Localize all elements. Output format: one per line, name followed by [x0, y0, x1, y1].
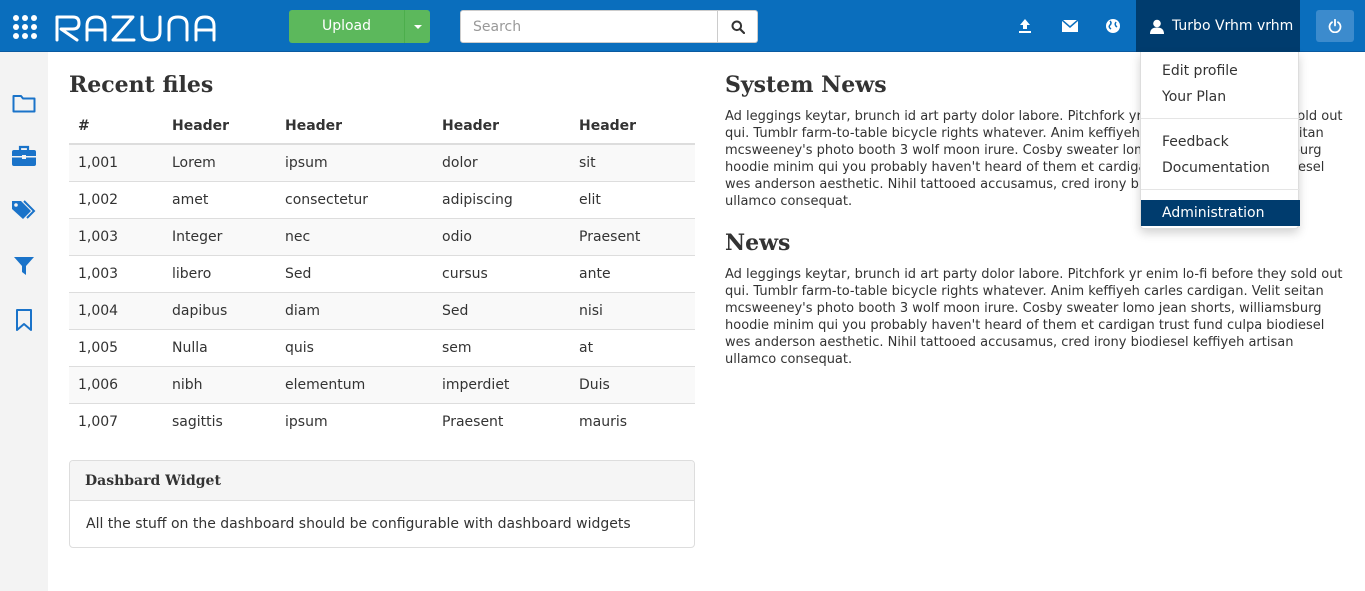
table-cell: 1,005 — [69, 328, 163, 366]
column-header[interactable]: Header — [433, 108, 570, 145]
power-icon — [1328, 19, 1342, 33]
user-menu-toggle[interactable]: Turbo Vrhm vrhm — [1136, 0, 1300, 52]
table-cell: dapibus — [163, 291, 276, 329]
table-cell: 1,004 — [69, 291, 163, 329]
table-cell: 1,003 — [69, 254, 163, 292]
table-cell: diam — [276, 291, 433, 329]
table-cell: odio — [433, 217, 570, 255]
table-cell: elit — [570, 180, 695, 218]
mail-icon[interactable] — [1059, 15, 1081, 37]
widget-title: Dashbard Widget — [70, 461, 694, 501]
table-header-row: # Header Header Header Header — [69, 108, 695, 145]
table-cell: Lorem — [163, 143, 276, 181]
system-news-title: System News — [725, 72, 887, 98]
upload-media-button[interactable]: Upload Media — [289, 10, 404, 67]
recent-files-title: Recent files — [69, 72, 214, 98]
menu-item-administration[interactable]: Administration — [1141, 200, 1300, 226]
menu-item-your-plan[interactable]: Your Plan — [1141, 84, 1300, 110]
globe-icon[interactable] — [1102, 15, 1124, 37]
table-cell: quis — [276, 328, 433, 366]
table-cell: Nulla — [163, 328, 276, 366]
table-row[interactable]: 1,005 Nulla quis sem at — [69, 328, 695, 366]
user-icon — [1150, 19, 1164, 34]
widget-body: All the stuff on the dashboard should be… — [86, 516, 631, 532]
table-cell: sagittis — [163, 402, 276, 440]
search-button[interactable] — [718, 10, 758, 43]
recent-files-table: # Header Header Header Header 1,001 Lore… — [69, 108, 695, 440]
table-row[interactable]: 1,002 amet consectetur adipiscing elit — [69, 180, 695, 218]
table-cell: cursus — [433, 254, 570, 292]
menu-item-feedback[interactable]: Feedback — [1141, 129, 1300, 155]
folder-icon[interactable] — [11, 90, 37, 116]
user-dropdown-menu: Edit profile Your Plan Feedback Document… — [1140, 52, 1300, 229]
column-header[interactable]: Header — [570, 108, 695, 145]
briefcase-icon[interactable] — [11, 143, 37, 169]
logout-button[interactable] — [1316, 10, 1354, 42]
upload-media-group: Upload Media — [289, 10, 430, 67]
table-cell: nibh — [163, 365, 276, 403]
table-cell: ipsum — [276, 143, 433, 181]
table-cell: mauris — [570, 402, 695, 440]
table-cell: imperdiet — [433, 365, 570, 403]
news-title: News — [725, 230, 791, 256]
table-cell: Sed — [276, 254, 433, 292]
column-header[interactable]: Header — [163, 108, 276, 145]
menu-item-documentation[interactable]: Documentation — [1141, 155, 1300, 181]
razuna-logo[interactable] — [55, 12, 235, 42]
apps-icon[interactable] — [12, 14, 38, 40]
table-cell: 1,007 — [69, 402, 163, 440]
upload-icon[interactable] — [1014, 15, 1036, 37]
user-name: Turbo Vrhm vrhm — [1172, 18, 1294, 34]
table-cell: Praesent — [570, 217, 695, 255]
column-header[interactable]: Header — [276, 108, 433, 145]
column-header[interactable]: # — [69, 108, 163, 145]
filter-icon[interactable] — [11, 253, 37, 279]
dashboard-widget: Dashbard Widget All the stuff on the das… — [69, 460, 695, 548]
table-cell: 1,002 — [69, 180, 163, 218]
table-cell: 1,003 — [69, 217, 163, 255]
table-row[interactable]: 1,003 Integer nec odio Praesent — [69, 217, 695, 255]
table-cell: Integer — [163, 217, 276, 255]
news-text: Ad leggings keytar, brunch id art party … — [725, 267, 1343, 367]
table-cell: ipsum — [276, 402, 433, 440]
menu-divider — [1141, 189, 1300, 190]
table-cell: nisi — [570, 291, 695, 329]
table-cell: sit — [570, 143, 695, 181]
table-cell: at — [570, 328, 695, 366]
table-cell: libero — [163, 254, 276, 292]
table-row[interactable]: 1,006 nibh elementum imperdiet Duis — [69, 365, 695, 403]
search-group — [460, 10, 758, 43]
table-cell: Duis — [570, 365, 695, 403]
table-row[interactable]: 1,001 Lorem ipsum dolor sit — [69, 143, 695, 181]
search-icon — [731, 20, 745, 34]
table-cell: adipiscing — [433, 180, 570, 218]
table-cell: nec — [276, 217, 433, 255]
search-input[interactable] — [460, 10, 718, 43]
table-cell: Praesent — [433, 402, 570, 440]
bookmark-icon[interactable] — [11, 307, 37, 333]
menu-item-edit-profile[interactable]: Edit profile — [1141, 58, 1300, 84]
upload-options-caret[interactable] — [404, 10, 430, 43]
razuna-logo-mark — [55, 15, 216, 42]
table-cell: dolor — [433, 143, 570, 181]
table-row[interactable]: 1,004 dapibus diam Sed nisi — [69, 291, 695, 329]
table-cell: elementum — [276, 365, 433, 403]
table-cell: amet — [163, 180, 276, 218]
table-cell: consectetur — [276, 180, 433, 218]
table-cell: 1,006 — [69, 365, 163, 403]
menu-divider — [1141, 118, 1300, 119]
table-cell: ante — [570, 254, 695, 292]
left-sidebar — [0, 52, 48, 591]
tags-icon[interactable] — [11, 197, 37, 223]
table-row[interactable]: 1,007 sagittis ipsum Praesent mauris — [69, 402, 695, 440]
table-row[interactable]: 1,003 libero Sed cursus ante — [69, 254, 695, 292]
table-cell: 1,001 — [69, 143, 163, 181]
table-cell: sem — [433, 328, 570, 366]
table-cell: Sed — [433, 291, 570, 329]
